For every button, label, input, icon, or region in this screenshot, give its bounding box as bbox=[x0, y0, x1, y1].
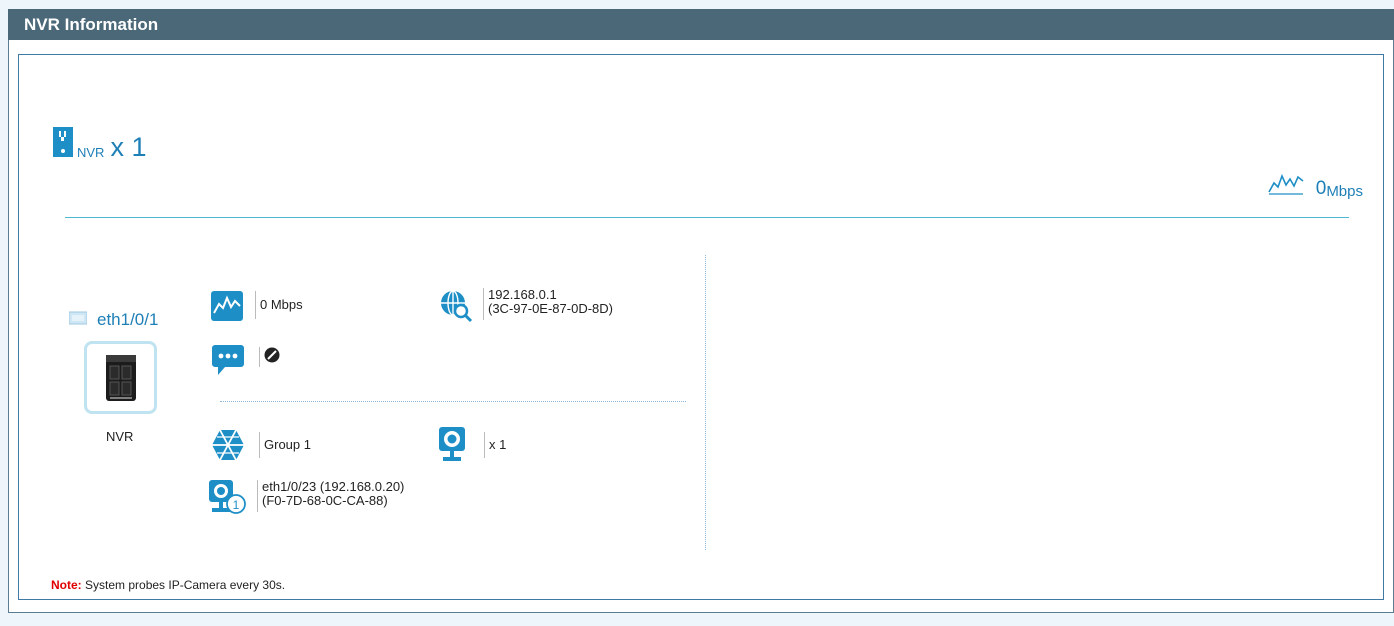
status-indicator bbox=[259, 347, 280, 367]
group-icon bbox=[211, 428, 245, 467]
device-bandwidth: 0 Mbps bbox=[255, 291, 303, 319]
camera-badge-icon: 1 bbox=[209, 480, 247, 521]
camera-detail: eth1/0/23 (192.168.0.20) (F0-7D-68-0C-CA… bbox=[257, 480, 404, 512]
note-label: Note: bbox=[51, 578, 82, 592]
nvr-icon bbox=[53, 127, 73, 162]
device-mac: (3C-97-0E-87-0D-8D) bbox=[488, 301, 613, 316]
nvr-count-label: NVR bbox=[77, 145, 105, 160]
disabled-icon[interactable] bbox=[264, 347, 280, 368]
dotted-divider bbox=[220, 401, 686, 402]
device-group: Group 1 bbox=[259, 432, 311, 458]
speech-bubble-icon bbox=[211, 343, 245, 382]
device-ip: 192.168.0.1 bbox=[488, 287, 557, 302]
camera-count: x 1 bbox=[484, 432, 506, 458]
divider bbox=[65, 217, 1349, 218]
total-bandwidth-unit: Mbps bbox=[1326, 183, 1363, 200]
device-name: NVR bbox=[106, 429, 134, 444]
port-name[interactable]: eth1/0/1 bbox=[97, 310, 158, 330]
camera-port-ip: eth1/0/23 (192.168.0.20) bbox=[262, 479, 405, 494]
camera-badge-number: 1 bbox=[233, 498, 240, 512]
total-bandwidth-value: 0 bbox=[1315, 178, 1327, 199]
vertical-divider bbox=[705, 255, 706, 550]
device-port: eth1/0/1 bbox=[68, 310, 158, 330]
panel-header: NVR Information bbox=[8, 9, 1394, 40]
nvr-count: NVR x 1 bbox=[53, 122, 146, 162]
camera-mac: (F0-7D-68-0C-CA-88) bbox=[262, 493, 388, 508]
nvr-device-image[interactable] bbox=[84, 341, 157, 414]
panel-title: NVR Information bbox=[24, 15, 159, 34]
device-address: 192.168.0.1 (3C-97-0E-87-0D-8D) bbox=[483, 288, 613, 320]
total-bandwidth: 0 Mbps bbox=[1268, 171, 1363, 200]
bandwidth-wave-icon bbox=[1268, 171, 1304, 200]
note: Note: System probes IP-Camera every 30s. bbox=[51, 578, 285, 592]
globe-search-icon bbox=[439, 289, 473, 328]
note-text: System probes IP-Camera every 30s. bbox=[81, 578, 286, 592]
nvr-count-value: x 1 bbox=[110, 132, 147, 162]
nvr-info-panel: NVR x 1 0 Mbps eth1/0/1 NVR 0 Mbps 192.1… bbox=[8, 40, 1394, 613]
bandwidth-icon bbox=[211, 291, 243, 326]
camera-icon bbox=[439, 427, 465, 468]
port-icon bbox=[68, 311, 88, 330]
